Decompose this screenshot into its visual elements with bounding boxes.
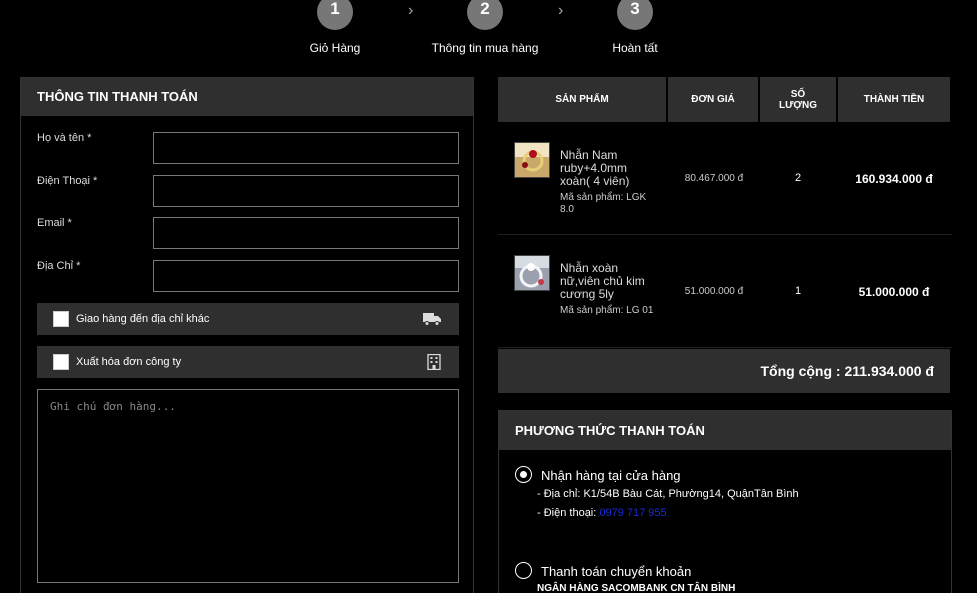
product-line-total: 51.000.000 đ [858, 285, 930, 299]
header-unit-price: ĐƠN GIÁ [668, 77, 758, 122]
product-name[interactable]: Nhẫn Nam ruby+4.0mm xoàn( 4 viên) [560, 149, 656, 188]
step-number: 3 [617, 0, 653, 30]
pickup-radio[interactable] [515, 466, 532, 483]
product-line-total: 160.934.000 đ [855, 172, 933, 186]
address-row: Địa Chỉ * [37, 260, 459, 292]
company-invoice-option[interactable]: Xuất hóa đơn công ty [37, 346, 459, 378]
email-input[interactable] [153, 217, 459, 249]
table-row: Nhẫn xoàn nữ,viên chủ kim cương 5ly Mã s… [498, 235, 952, 348]
product-name[interactable]: Nhẫn xoàn nữ,viên chủ kim cương 5ly [560, 262, 656, 301]
product-sku: Mã sản phẩm: LG 01 [560, 305, 654, 316]
chevron-right-icon: › [408, 2, 414, 19]
truck-icon [423, 313, 441, 326]
billing-title: THÔNG TIN THANH TOÁN [21, 78, 473, 116]
step-label: Hoàn tất [612, 41, 658, 55]
product-thumbnail[interactable] [514, 142, 550, 178]
product-unit-price: 51.000.000 đ [684, 286, 744, 297]
name-row: Họ và tên * [37, 132, 459, 164]
cart-table: SẢN PHẨM ĐƠN GIÁ SỐ LƯỢNG THÀNH TIỀN Nhẫ… [498, 77, 952, 393]
ship-other-address-label: Giao hàng đến địa chỉ khác [76, 313, 210, 325]
company-invoice-checkbox[interactable] [53, 354, 69, 370]
step-number: 1 [317, 0, 353, 30]
phone-row: Điện Thoại * [37, 175, 459, 207]
store-phone-line: - Điện thoại: 0979 717 955 [537, 507, 667, 519]
ship-other-address-option[interactable]: Giao hàng đến địa chỉ khác [37, 303, 459, 335]
phone-label: Điện Thoại * [37, 175, 98, 187]
email-label: Email * [37, 217, 72, 229]
store-phone-link[interactable]: 0979 717 955 [599, 507, 666, 519]
store-address: - Địa chỉ: K1/54B Bàu Cát, Phường14, Quậ… [537, 488, 799, 500]
step-label: Giỏ Hàng [309, 41, 361, 55]
name-input[interactable] [153, 132, 459, 164]
email-row: Email * [37, 217, 459, 249]
step-info: 2 Thông tin mua hàng [415, 0, 555, 55]
company-invoice-label: Xuất hóa đơn công ty [76, 356, 182, 368]
ship-other-address-checkbox[interactable] [53, 311, 69, 327]
grand-total: Tổng cộng : 211.934.000 đ [498, 349, 950, 393]
address-input[interactable] [153, 260, 459, 292]
product-thumbnail[interactable] [514, 255, 550, 291]
building-icon [427, 354, 441, 370]
checkout-steps: 1 Giỏ Hàng › 2 Thông tin mua hàng › 3 Ho… [0, 0, 977, 60]
cart-table-header: SẢN PHẨM ĐƠN GIÁ SỐ LƯỢNG THÀNH TIỀN [498, 77, 952, 122]
chevron-right-icon: › [558, 2, 564, 19]
bank-transfer-radio[interactable] [515, 562, 532, 579]
product-quantity: 1 [794, 285, 802, 297]
pickup-label[interactable]: Nhận hàng tại cửa hàng [541, 468, 681, 483]
product-quantity: 2 [794, 172, 802, 184]
store-phone-prefix: - Điện thoại: [537, 507, 600, 519]
header-product: SẢN PHẨM [498, 77, 666, 122]
order-note-input[interactable] [37, 389, 459, 583]
step-cart[interactable]: 1 Giỏ Hàng [265, 0, 405, 55]
billing-panel: THÔNG TIN THANH TOÁN Họ và tên * Điện Th… [20, 77, 474, 593]
bank-name: NGÂN HÀNG SACOMBANK CN TÂN BÌNH [537, 583, 736, 593]
header-quantity-label: SỐ LƯỢNG [779, 88, 817, 111]
step-done: 3 Hoàn tất [565, 0, 705, 55]
phone-input[interactable] [153, 175, 459, 207]
name-label: Họ và tên * [37, 132, 92, 144]
product-sku: Mã sản phẩm: LGK 8.0 [560, 192, 647, 215]
payment-panel: PHƯƠNG THỨC THANH TOÁN Nhận hàng tại cửa… [498, 410, 952, 593]
step-number: 2 [467, 0, 503, 30]
product-unit-price: 80.467.000 đ [684, 173, 744, 184]
table-row: Nhẫn Nam ruby+4.0mm xoàn( 4 viên) Mã sản… [498, 122, 952, 235]
step-label: Thông tin mua hàng [431, 41, 539, 55]
payment-title: PHƯƠNG THỨC THANH TOÁN [499, 411, 951, 450]
header-line-total: THÀNH TIỀN [838, 77, 950, 122]
bank-transfer-label[interactable]: Thanh toán chuyển khoản [541, 564, 691, 579]
header-quantity: SỐ LƯỢNG [760, 77, 836, 122]
address-label: Địa Chỉ * [37, 260, 81, 272]
